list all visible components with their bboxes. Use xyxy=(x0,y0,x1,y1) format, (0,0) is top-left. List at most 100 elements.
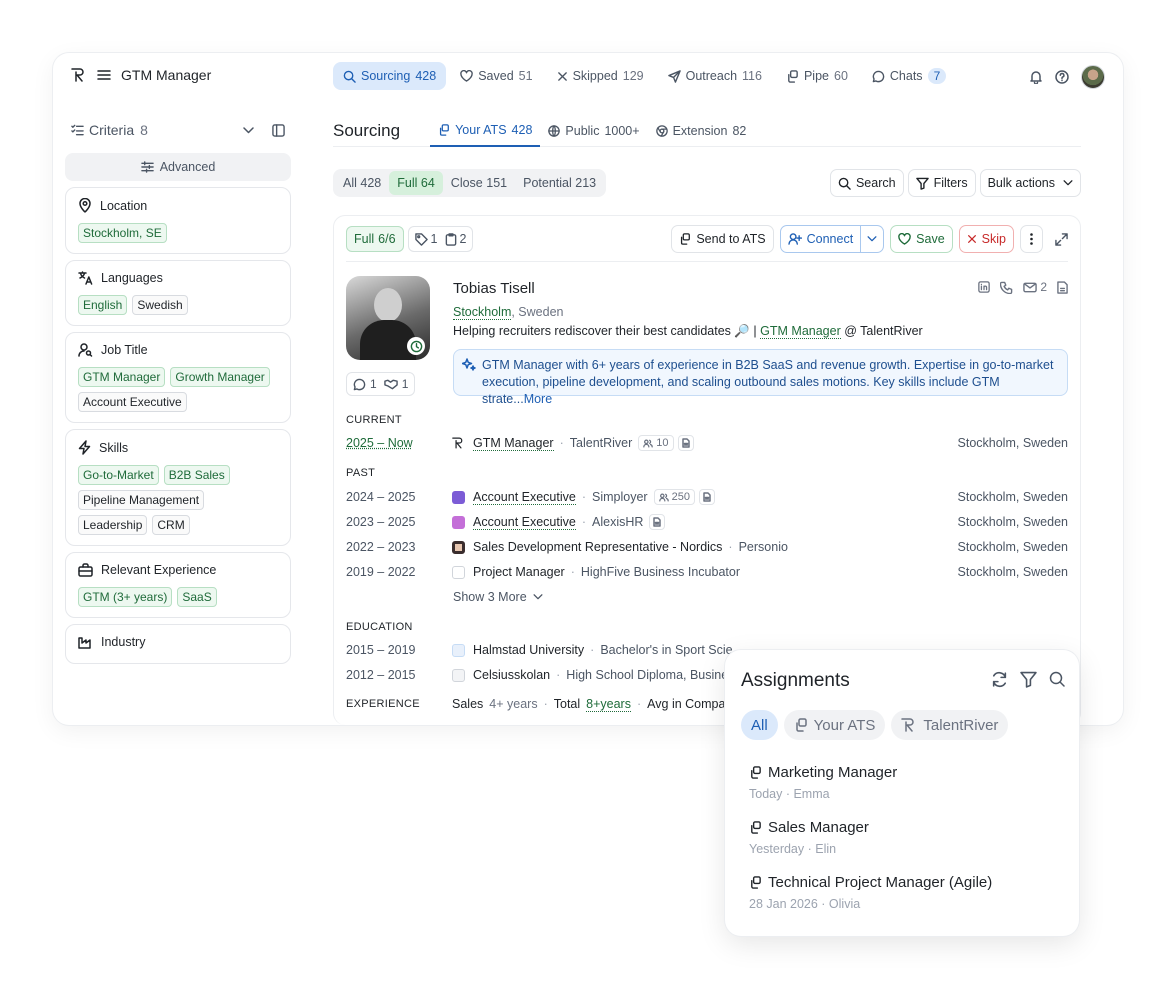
document-icon[interactable] xyxy=(649,514,666,530)
search-button[interactable]: Search xyxy=(829,169,904,197)
show-more-button[interactable]: Show 3 More xyxy=(453,590,543,604)
candidate-card: Full 6/6 1 2 Send to ATS Connect Save Sk… xyxy=(333,215,1081,725)
nav-tab-saved[interactable]: Saved 51 xyxy=(450,62,542,90)
criteria-card-languages[interactable]: Languages English Swedish xyxy=(65,260,291,326)
criteria-card-job-title[interactable]: Job Title GTM Manager Growth Manager Acc… xyxy=(65,332,291,423)
nav-tab-sourcing[interactable]: Sourcing 428 xyxy=(333,62,447,90)
bulk-actions-button[interactable]: Bulk actions xyxy=(979,169,1081,197)
job-title[interactable]: Project Manager xyxy=(473,565,565,579)
criteria-chip[interactable]: GTM (3+ years) xyxy=(78,587,173,607)
job-title[interactable]: GTM Manager xyxy=(473,436,554,451)
criteria-chip[interactable]: Go-to-Market xyxy=(78,465,159,485)
assignment-item[interactable]: Marketing Manager Today · Emma xyxy=(749,764,897,801)
criteria-chip[interactable]: Swedish xyxy=(132,295,188,315)
bell-icon[interactable] xyxy=(1029,70,1043,84)
city-link[interactable]: Stockholm xyxy=(453,305,512,320)
comment-icon xyxy=(353,378,366,390)
search-icon[interactable] xyxy=(1049,671,1065,687)
tab-extension[interactable]: Extension 82 xyxy=(648,115,755,147)
skip-button[interactable]: Skip xyxy=(958,225,1014,253)
criteria-chip[interactable]: Growth Manager xyxy=(170,367,270,387)
assignment-item[interactable]: Technical Project Manager (Agile) 28 Jan… xyxy=(749,874,992,911)
job-title[interactable]: Account Executive xyxy=(473,490,576,505)
criteria-header[interactable]: Criteria 8 xyxy=(65,115,291,145)
employees: 250 xyxy=(671,491,690,503)
segment-close[interactable]: Close 151 xyxy=(443,171,515,195)
save-button[interactable]: Save xyxy=(890,225,953,253)
resume-icon[interactable] xyxy=(1057,280,1068,294)
more-link[interactable]: More xyxy=(524,392,552,406)
link-icon xyxy=(795,718,807,732)
headline-post: @ TalentRiver xyxy=(840,324,923,338)
job-title[interactable]: Account Executive xyxy=(473,515,576,530)
briefcase-icon xyxy=(78,563,93,577)
activity-badges[interactable]: 1 1 xyxy=(346,372,416,396)
connect-button[interactable]: Connect xyxy=(779,225,862,253)
criteria-chip[interactable]: B2B Sales xyxy=(163,465,230,485)
tags-notes-badge[interactable]: 1 2 xyxy=(407,226,474,252)
candidate-actions: Send to ATS Connect Save Skip xyxy=(671,225,1068,253)
criteria-card-industry[interactable]: Industry xyxy=(65,624,291,664)
criteria-chip[interactable]: Pipeline Management xyxy=(78,490,205,510)
segment-full[interactable]: Full 64 xyxy=(389,171,443,195)
filter-all[interactable]: All xyxy=(741,710,778,740)
tab-public[interactable]: Public 1000+ xyxy=(540,115,647,147)
criteria-chip[interactable]: Stockholm, SE xyxy=(78,223,167,243)
filter-talentriver[interactable]: TalentRiver xyxy=(891,710,1009,740)
criteria-card-relevant-experience[interactable]: Relevant Experience GTM (3+ years) SaaS xyxy=(65,552,291,618)
criteria-chip[interactable]: GTM Manager xyxy=(78,367,166,387)
link-icon xyxy=(751,821,761,834)
avatar[interactable] xyxy=(1081,65,1105,89)
criteria-chip[interactable]: SaaS xyxy=(177,587,217,607)
job-location: Stockholm, Sweden xyxy=(957,565,1068,579)
criteria-card-location[interactable]: Location Stockholm, SE xyxy=(65,187,291,254)
phone-icon[interactable] xyxy=(1000,281,1013,294)
years: 2015 – 2019 xyxy=(346,643,416,657)
more-options-button[interactable] xyxy=(1020,225,1043,253)
match-badge[interactable]: Full 6/6 xyxy=(346,226,404,252)
segment-all[interactable]: All 428 xyxy=(335,171,389,195)
logo-icon[interactable] xyxy=(71,68,87,82)
criteria-chip[interactable]: Account Executive xyxy=(78,392,187,412)
segment-potential[interactable]: Potential 213 xyxy=(515,171,604,195)
criteria-card-skills[interactable]: Skills Go-to-Market B2B Sales Pipeline M… xyxy=(65,429,291,546)
document-icon[interactable] xyxy=(698,489,715,505)
nav-tab-skipped[interactable]: Skipped 129 xyxy=(547,62,654,90)
menu-icon[interactable] xyxy=(97,69,111,81)
section-past: PAST xyxy=(346,467,376,479)
search-icon xyxy=(838,177,851,190)
refresh-icon[interactable] xyxy=(991,671,1008,688)
email-group[interactable]: 2 xyxy=(1023,280,1047,294)
criteria-chip[interactable]: English xyxy=(78,295,128,315)
headline-role[interactable]: GTM Manager xyxy=(760,324,841,339)
connect-group: Connect xyxy=(779,225,885,253)
experience-row: 2022 – 2023 Sales Development Representa… xyxy=(346,540,1068,554)
clipboard-icon xyxy=(445,232,456,246)
criteria-chip[interactable]: Leadership xyxy=(78,515,148,535)
chevron-down-icon[interactable] xyxy=(243,126,254,134)
filter-your-ats[interactable]: Your ATS xyxy=(783,710,886,740)
filter-label: TalentRiver xyxy=(923,716,999,734)
filter-icon[interactable] xyxy=(1020,671,1037,688)
nav-tab-pipe[interactable]: Pipe 60 xyxy=(776,62,858,90)
assignment-item[interactable]: Sales Manager Yesterday · Elin xyxy=(749,819,869,856)
tab-your-ats[interactable]: Your ATS 428 xyxy=(430,115,541,147)
help-icon[interactable] xyxy=(1055,70,1069,84)
sidebar-toggle-icon[interactable] xyxy=(272,123,285,137)
nav-tab-chats[interactable]: Chats 7 xyxy=(862,62,956,90)
connect-dropdown[interactable] xyxy=(861,225,885,253)
expand-icon[interactable] xyxy=(1055,232,1068,246)
total-label: Total xyxy=(553,697,581,711)
main-panel: Sourcing Your ATS 428 Public 1000+ Exten… xyxy=(333,115,1081,725)
advanced-button[interactable]: Advanced xyxy=(65,153,291,181)
company-logo xyxy=(452,540,465,554)
linkedin-icon[interactable] xyxy=(978,281,991,293)
document-icon[interactable] xyxy=(677,435,694,451)
sales-label: Sales xyxy=(452,697,484,711)
nav-tab-outreach[interactable]: Outreach 116 xyxy=(658,62,772,90)
filters-button[interactable]: Filters xyxy=(907,169,976,197)
years: 2019 – 2022 xyxy=(346,565,416,579)
send-to-ats-button[interactable]: Send to ATS xyxy=(671,225,774,253)
criteria-chip[interactable]: CRM xyxy=(152,515,190,535)
job-title[interactable]: Sales Development Representative - Nordi… xyxy=(473,540,722,554)
